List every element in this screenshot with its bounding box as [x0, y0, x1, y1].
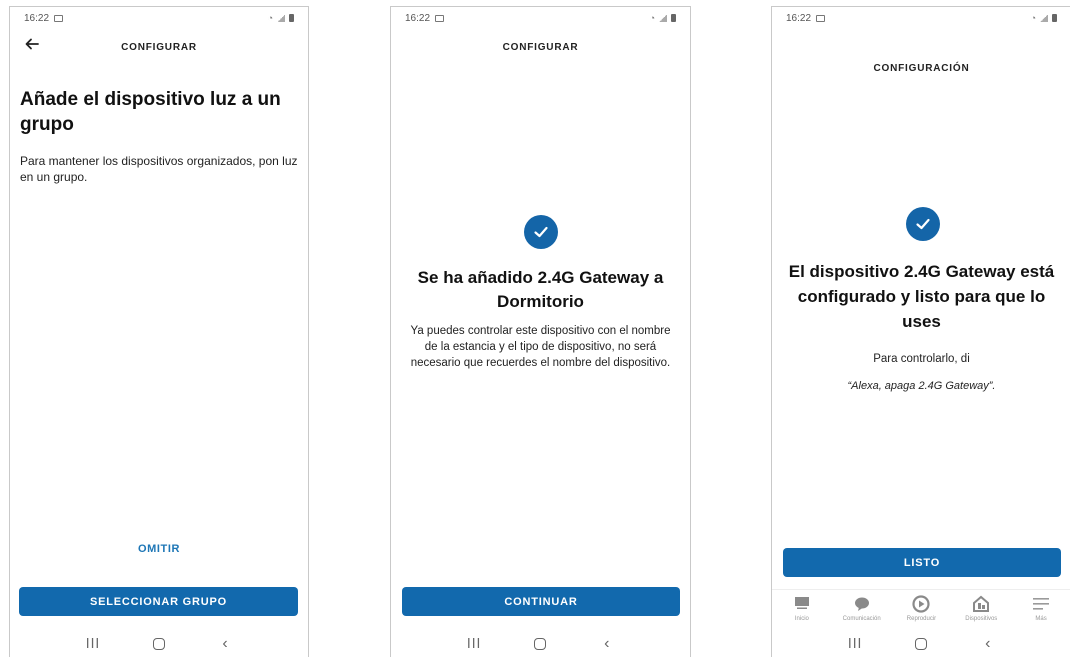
phone-screen-add-to-group: 16:22 ◔ CONFIGURAR Añade el dispositivo … [9, 6, 309, 657]
battery-icon [289, 14, 294, 22]
back-button[interactable]: ‹ [595, 634, 619, 654]
recent-apps-button[interactable]: III [81, 634, 105, 654]
home-button[interactable] [909, 634, 933, 654]
back-button[interactable]: ‹ [213, 634, 237, 654]
page-header-title: CONFIGURAR [121, 42, 197, 53]
recent-apps-icon: III [466, 636, 482, 652]
gallery-notification-icon [816, 14, 826, 22]
status-bar: 16:22 ◔ [10, 7, 308, 29]
tab-reproducir[interactable]: Reproducir [892, 590, 950, 622]
phone-screen-device-configured: 16:22 ◔ CONFIGURACIÓN El dispositivo 2.4… [771, 6, 1070, 657]
tab-comunicacion[interactable]: Comunicación [833, 590, 891, 622]
home-button-icon [534, 638, 547, 650]
devices-icon [972, 595, 990, 613]
signal-icon [277, 14, 285, 22]
menu-icon [1032, 595, 1050, 613]
tab-label: Comunicación [842, 616, 881, 622]
voice-command-example: “Alexa, apaga 2.4G Gateway”. [847, 380, 996, 392]
checkmark-icon [524, 215, 558, 249]
chat-bubble-icon [853, 595, 871, 613]
tab-label: Reproducir [906, 616, 937, 622]
success-title: Se ha añadido 2.4G Gateway a Dormitorio [417, 268, 664, 311]
home-button[interactable] [147, 634, 171, 654]
android-nav-bar: III ‹ [772, 632, 1070, 656]
home-icon [793, 595, 811, 613]
tab-label: Inicio [794, 616, 809, 622]
wifi-icon: ◔ [1030, 13, 1036, 23]
recent-apps-icon: III [85, 636, 101, 652]
recent-apps-button[interactable]: III [843, 634, 867, 654]
signal-icon [659, 14, 667, 22]
success-title: El dispositivo 2.4G Gateway está configu… [788, 262, 1055, 331]
battery-icon [1052, 14, 1057, 22]
gallery-notification-icon [54, 14, 64, 22]
status-bar: 16:22 ◔ [772, 7, 1070, 29]
status-time: 16:22 [786, 12, 812, 24]
description-text: Ya puedes controlar este dispositivo con… [410, 325, 671, 369]
select-group-button[interactable]: SELECCIONAR GRUPO [19, 587, 298, 616]
battery-icon [671, 14, 676, 22]
page-header-title: CONFIGURAR [502, 42, 579, 53]
back-chevron-icon: ‹ [222, 635, 228, 652]
back-button[interactable]: ‹ [976, 634, 1000, 654]
status-time: 16:22 [24, 12, 50, 24]
tab-mas[interactable]: Más [1012, 590, 1070, 622]
back-chevron-icon: ‹ [985, 635, 991, 652]
checkmark-icon [906, 207, 940, 241]
home-button-icon [915, 638, 928, 650]
tab-label: Dispositivos [965, 616, 998, 622]
phone-screen-added-to-room: 16:22 ◔ CONFIGURAR Se ha añadido 2.4G Ga… [390, 6, 691, 657]
page-title: Añade el dispositivo luz a un grupo [20, 89, 281, 135]
skip-link[interactable]: OMITIR [10, 543, 308, 555]
wifi-icon: ◔ [649, 13, 655, 23]
tab-dispositivos[interactable]: Dispositivos [952, 590, 1010, 622]
signal-icon [1040, 14, 1048, 22]
recent-apps-button[interactable]: III [462, 634, 486, 654]
done-button[interactable]: LISTO [783, 548, 1061, 577]
continue-button[interactable]: CONTINUAR [402, 587, 680, 616]
tab-label: Más [1035, 616, 1047, 622]
home-button-icon [153, 638, 165, 650]
bottom-tab-bar: Inicio Comunicación Reproducir Dispositi… [772, 589, 1070, 627]
home-button[interactable] [528, 634, 552, 654]
back-chevron-icon: ‹ [604, 635, 610, 652]
description-text: Para mantener los dispositivos organizad… [20, 154, 298, 184]
tab-inicio[interactable]: Inicio [773, 590, 831, 622]
status-bar: 16:22 ◔ [391, 7, 690, 29]
status-time: 16:22 [405, 12, 431, 24]
play-icon [912, 595, 931, 613]
page-header-title: CONFIGURACIÓN [873, 63, 970, 74]
wifi-icon: ◔ [267, 13, 273, 23]
android-nav-bar: III ‹ [10, 632, 308, 656]
recent-apps-icon: III [847, 636, 863, 652]
gallery-notification-icon [435, 14, 445, 22]
android-nav-bar: III ‹ [391, 632, 690, 656]
instruction-text: Para controlarlo, di [873, 353, 970, 365]
